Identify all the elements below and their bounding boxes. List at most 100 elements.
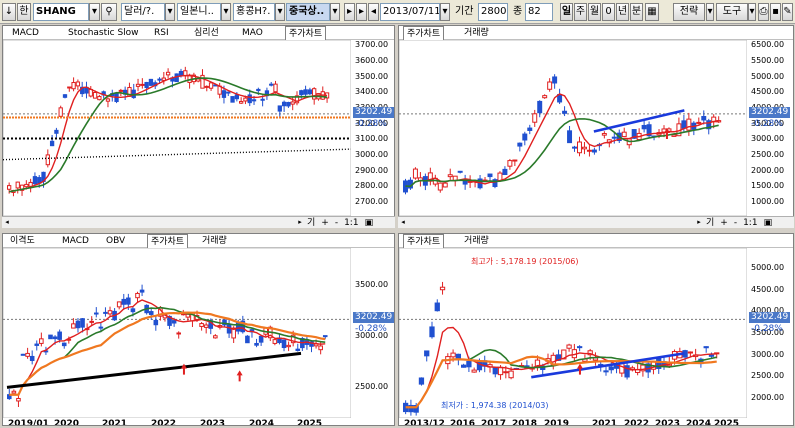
print-button[interactable]: ⎙ (758, 3, 769, 21)
candle-body (171, 320, 177, 324)
scroll-left-arrow[interactable]: ◂ (2, 217, 12, 228)
zoom-out-button[interactable]: - (335, 218, 338, 228)
hongkong-select[interactable]: 홍콩H?. (233, 3, 275, 21)
tab-5[interactable]: 주가차트 (285, 26, 327, 40)
prev-button[interactable]: ▸ (344, 3, 355, 21)
chart-panel-tl: MACD Stochastic Slow RSI 심리선 MAO 주가차트 3700.00 3… (2, 25, 395, 228)
period-year-button[interactable]: 년 (616, 3, 629, 21)
candle-body (547, 81, 553, 90)
nikkei-dropdown[interactable]: ▾ (221, 3, 231, 21)
tab-0[interactable]: 이격도 (7, 234, 38, 248)
currency-dropdown[interactable]: ▾ (165, 3, 175, 21)
tab-3[interactable]: 주가차트 (147, 234, 189, 248)
candle-body (45, 154, 50, 166)
x-tick-label: 2022 (624, 419, 650, 426)
date-prev-button[interactable]: ◂ (368, 3, 379, 21)
y-tick-label: 3000.00 (355, 150, 389, 159)
next-button[interactable]: ▸ (356, 3, 367, 21)
candle-body (20, 353, 26, 356)
candle-body (303, 89, 308, 95)
period-quarter-button[interactable]: 0 (602, 3, 615, 21)
tab-2[interactable]: RSI (151, 26, 172, 40)
period-toggle-button[interactable]: 기 (706, 218, 714, 228)
tab-0[interactable]: 주가차트 (403, 234, 445, 248)
tools-dropdown[interactable]: ▾ (748, 3, 756, 21)
scroll-right-arrow[interactable]: ▸ (295, 217, 305, 228)
x-tick-label: 2023 (200, 419, 226, 426)
candle-body (140, 83, 145, 86)
candle-body (424, 350, 430, 357)
symbol-input[interactable]: SHANG (33, 3, 89, 21)
tab-0[interactable]: 주가차트 (403, 26, 445, 40)
strategy-dropdown[interactable]: ▾ (706, 3, 714, 21)
zoom-reset-button[interactable]: 1:1 (344, 218, 358, 228)
date-input[interactable]: 2013/07/11 (380, 3, 440, 21)
price-plot[interactable] (399, 248, 747, 418)
tab-4[interactable]: MAO (239, 26, 266, 40)
china-dropdown[interactable]: ▾ (330, 3, 340, 21)
hangul-toggle-button[interactable]: 한 (17, 3, 31, 21)
candle-body (527, 127, 533, 131)
tab-1[interactable]: 거래량 (461, 26, 492, 40)
period-minute-button[interactable]: 분 (630, 3, 643, 21)
candle-body (437, 182, 443, 191)
strategy-button[interactable]: 전략 (673, 3, 705, 21)
y-tick-label: 1000.00 (751, 197, 785, 206)
chart-settings-icon[interactable]: ▣ (764, 218, 773, 228)
chart-tabbar: 주가차트 거래량 (399, 26, 793, 40)
candle-body (260, 98, 265, 101)
y-tick-label: 2500.00 (751, 150, 785, 159)
zoom-in-button[interactable]: + (720, 218, 728, 228)
search-button[interactable]: ⚲ (101, 3, 117, 21)
zoom-reset-button[interactable]: 1:1 (743, 218, 757, 228)
price-plot[interactable] (3, 248, 351, 418)
currency-select[interactable]: 달러/?. (121, 3, 165, 21)
zoom-in-button[interactable]: + (321, 218, 329, 228)
x-tick-label: 2019 (544, 419, 570, 426)
horizontal-scrollbar[interactable]: ◂ ▸ 기 + -1:1 ▣ (2, 216, 395, 228)
nikkei-select[interactable]: 일본니.. (177, 3, 221, 21)
tab-0[interactable]: MACD (9, 26, 42, 40)
period-day-button[interactable]: 일 (560, 3, 573, 21)
candle-body (492, 366, 498, 375)
save-icon: ▪ (772, 6, 779, 17)
candle-body (503, 371, 509, 374)
candle-body (686, 118, 692, 131)
chart-settings-icon[interactable]: ▣ (365, 218, 374, 228)
period-settings-button[interactable]: ▦ (645, 3, 659, 21)
candle-body (269, 83, 274, 86)
candle-body (517, 142, 523, 147)
tab-3[interactable]: 심리선 (191, 26, 222, 40)
candle-body (450, 352, 456, 358)
tab-1[interactable]: 거래량 (461, 234, 492, 248)
period-week-button[interactable]: 주 (574, 3, 587, 21)
tab-4[interactable]: 거래량 (199, 234, 230, 248)
period-month-button[interactable]: 월 (588, 3, 601, 21)
candle-body (552, 76, 558, 84)
change-percent: -0.28% (355, 324, 387, 334)
sort-arrow-button[interactable]: ↓ (2, 3, 16, 21)
count-input[interactable]: 82 (525, 3, 553, 21)
symbol-dropdown-button[interactable]: ▾ (89, 3, 100, 21)
price-plot[interactable] (3, 40, 351, 216)
tools-button[interactable]: 도구 (716, 3, 748, 21)
hongkong-dropdown[interactable]: ▾ (275, 3, 285, 21)
scroll-right-arrow[interactable]: ▸ (694, 217, 704, 228)
china-select[interactable]: 중국상.. (286, 3, 330, 21)
zoom-out-button[interactable]: - (734, 218, 737, 228)
tab-1[interactable]: MACD (59, 234, 92, 248)
candle-body (696, 121, 702, 124)
save-button[interactable]: ▪ (770, 3, 781, 21)
horizontal-scrollbar[interactable]: ◂ ▸ 기 + -1:1 ▣ (398, 216, 794, 228)
scroll-left-arrow[interactable]: ◂ (398, 217, 408, 228)
tab-1[interactable]: Stochastic Slow (65, 26, 142, 40)
settings-button[interactable]: ✎ (782, 3, 793, 21)
period-input[interactable]: 2800 (478, 3, 508, 21)
candle-body (703, 346, 709, 349)
candle-body (542, 95, 548, 99)
y-axis: 5000.00 4500.00 4000.00 3500.00 3000.00 2500.… (747, 248, 793, 418)
price-plot[interactable] (399, 40, 747, 216)
period-toggle-button[interactable]: 기 (307, 218, 315, 228)
date-dropdown[interactable]: ▾ (440, 3, 450, 21)
tab-2[interactable]: OBV (103, 234, 128, 248)
